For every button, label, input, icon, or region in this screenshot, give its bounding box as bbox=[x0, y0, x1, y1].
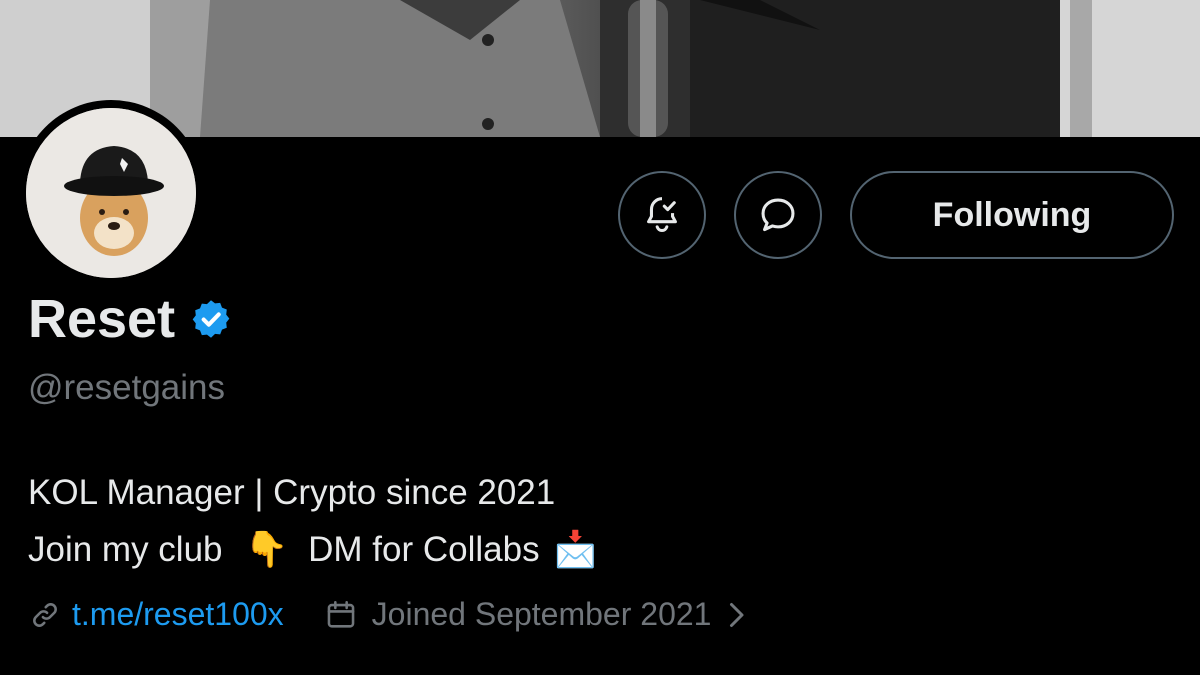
avatar[interactable] bbox=[18, 100, 204, 286]
following-button[interactable]: Following bbox=[850, 171, 1174, 259]
profile-link[interactable]: t.me/reset100x bbox=[72, 596, 284, 633]
envelope-emoji: 📩 bbox=[553, 530, 598, 569]
avatar-container[interactable] bbox=[18, 100, 208, 286]
bio-line-1: KOL Manager | Crypto since 2021 bbox=[28, 473, 556, 512]
message-bubble-icon bbox=[761, 198, 795, 232]
pointing-down-emoji: 👇 bbox=[244, 530, 289, 569]
bio-text-dm: DM for Collabs bbox=[308, 530, 540, 569]
bio-line-2: Join my club 👇 DM for Collabs 📩 bbox=[28, 521, 597, 578]
bell-check-icon bbox=[647, 197, 677, 232]
message-button[interactable] bbox=[734, 171, 822, 259]
chevron-right-icon[interactable] bbox=[725, 600, 747, 630]
joined-date[interactable]: Joined September 2021 bbox=[372, 596, 712, 633]
profile-meta: t.me/reset100x Joined September 2021 bbox=[28, 596, 747, 633]
bio-text-join: Join my club bbox=[28, 530, 223, 569]
calendar-icon bbox=[327, 600, 354, 628]
display-name: Reset bbox=[28, 289, 176, 349]
avatar-image bbox=[26, 108, 196, 278]
notifications-button[interactable] bbox=[618, 171, 706, 259]
display-name-row: Reset bbox=[28, 288, 233, 350]
verified-badge-icon[interactable] bbox=[189, 297, 233, 341]
username-handle: @resetgains bbox=[28, 368, 226, 407]
dog-with-hat-icon bbox=[26, 108, 196, 278]
profile-bio: KOL Manager | Crypto since 2021 Join my … bbox=[28, 464, 597, 578]
link-icon bbox=[33, 602, 57, 627]
